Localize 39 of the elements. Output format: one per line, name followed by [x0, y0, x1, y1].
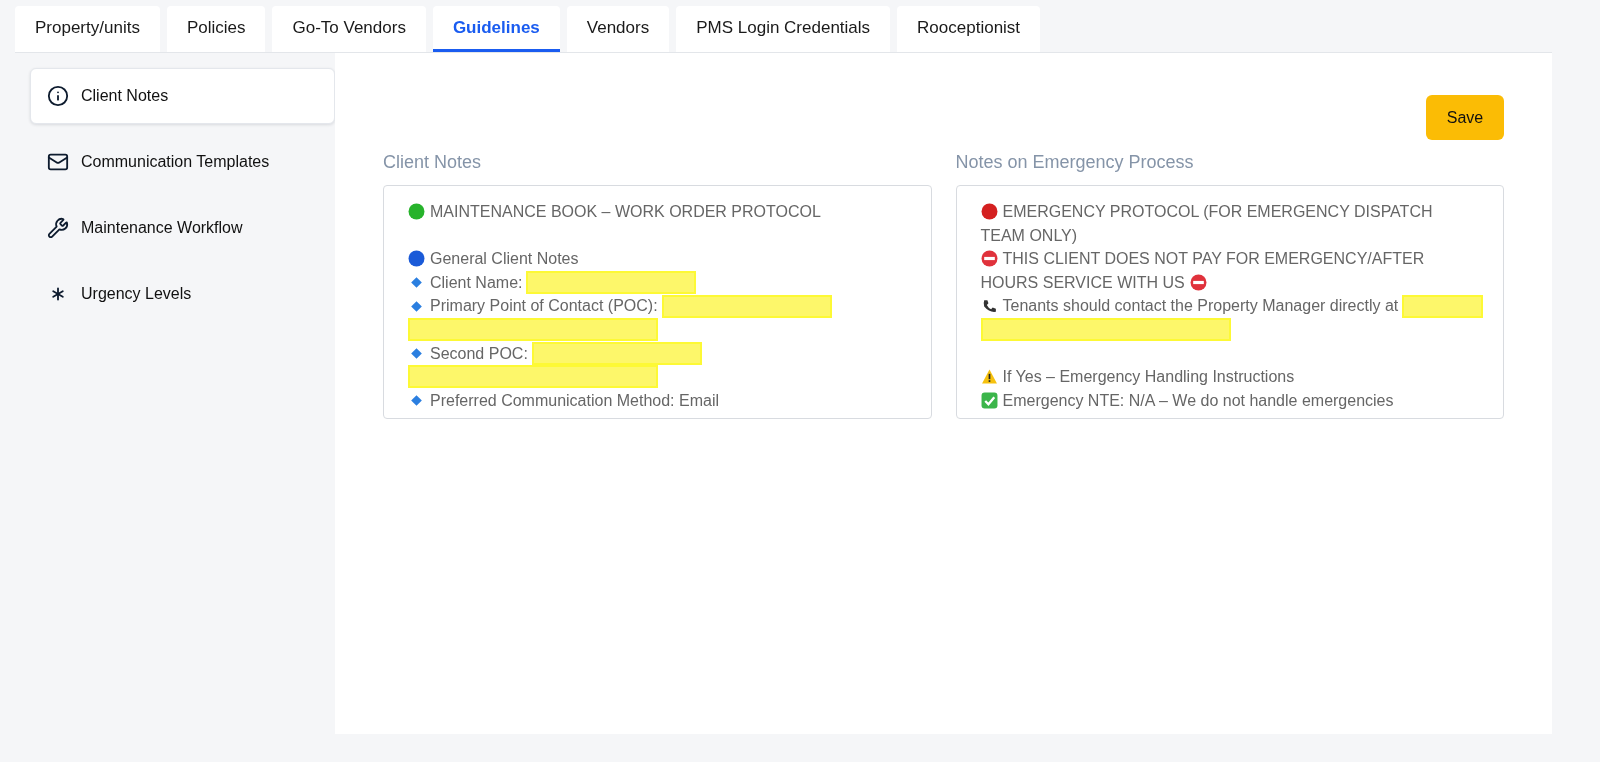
tab[interactable]: Property/units: [15, 6, 160, 52]
info-icon: [47, 85, 69, 107]
sidebar-item[interactable]: Client Notes: [30, 68, 335, 124]
section-title: Client Notes: [383, 152, 483, 173]
section-title: Notes on Emergency Process: [955, 152, 1195, 173]
tab[interactable]: Go-To Vendors: [272, 6, 426, 52]
warning-icon: [980, 368, 998, 386]
no-entry-icon: [980, 250, 998, 268]
check-icon: [980, 392, 998, 410]
note-text: Emergency NTE: N/A – We do not handle emergencies: [1002, 390, 1394, 411]
note-text: HOURS SERVICE WITH US: [980, 272, 1185, 293]
circle-icon: [408, 250, 425, 268]
tab[interactable]: Policies: [166, 6, 266, 52]
tab[interactable]: Vendors: [566, 6, 670, 52]
sidebar-item-label: Maintenance Workflow: [81, 219, 243, 237]
note-text: Client Name:: [430, 272, 523, 293]
note-text: MAINTENANCE BOOK – WORK ORDER PROTOCOL: [430, 202, 821, 222]
note-text: THIS CLIENT DOES NOT PAY FOR EMERGENCY/AFTER: [1002, 249, 1425, 270]
note-text: EMERGENCY PROTOCOL (FOR EMERGENCY DISPATCH: [1002, 202, 1433, 222]
tab[interactable]: Rooceptionist: [897, 6, 1041, 52]
note-text: Tenants should contact the Property Manager directly at: [1002, 296, 1399, 317]
note-text: If Yes – Emergency Handling Instructions: [1002, 367, 1295, 388]
note-text: Preferred Communication Method: Email: [430, 390, 719, 411]
tab[interactable]: PMS Login Credentials: [676, 6, 891, 52]
note-text: TEAM ONLY): [980, 225, 1078, 246]
tab[interactable]: Guidelines: [432, 6, 560, 52]
notes-textarea[interactable]: MAINTENANCE BOOK – WORK ORDER PROTOCOL General Client Notes Client Name: Primary Point of Contact (POC): Second POC: Preferred Communication Method: Email: [383, 185, 932, 419]
note-text: General Client Notes: [430, 249, 579, 270]
notes-textarea[interactable]: [955, 185, 1504, 419]
sidebar-item-label: Urgency Levels: [81, 285, 192, 303]
note-text: Second POC:: [430, 343, 528, 364]
sidebar-item-label: Client Notes: [81, 87, 169, 105]
save-button[interactable]: Save: [1426, 95, 1504, 140]
sidebar-item-label: Communication Templates: [81, 153, 270, 171]
note-text: Primary Point of Contact (POC):: [430, 296, 658, 317]
envelope-icon: [47, 151, 69, 173]
circle-icon: [980, 203, 998, 221]
circle-icon: [408, 203, 425, 221]
wrench-icon: [47, 217, 69, 239]
